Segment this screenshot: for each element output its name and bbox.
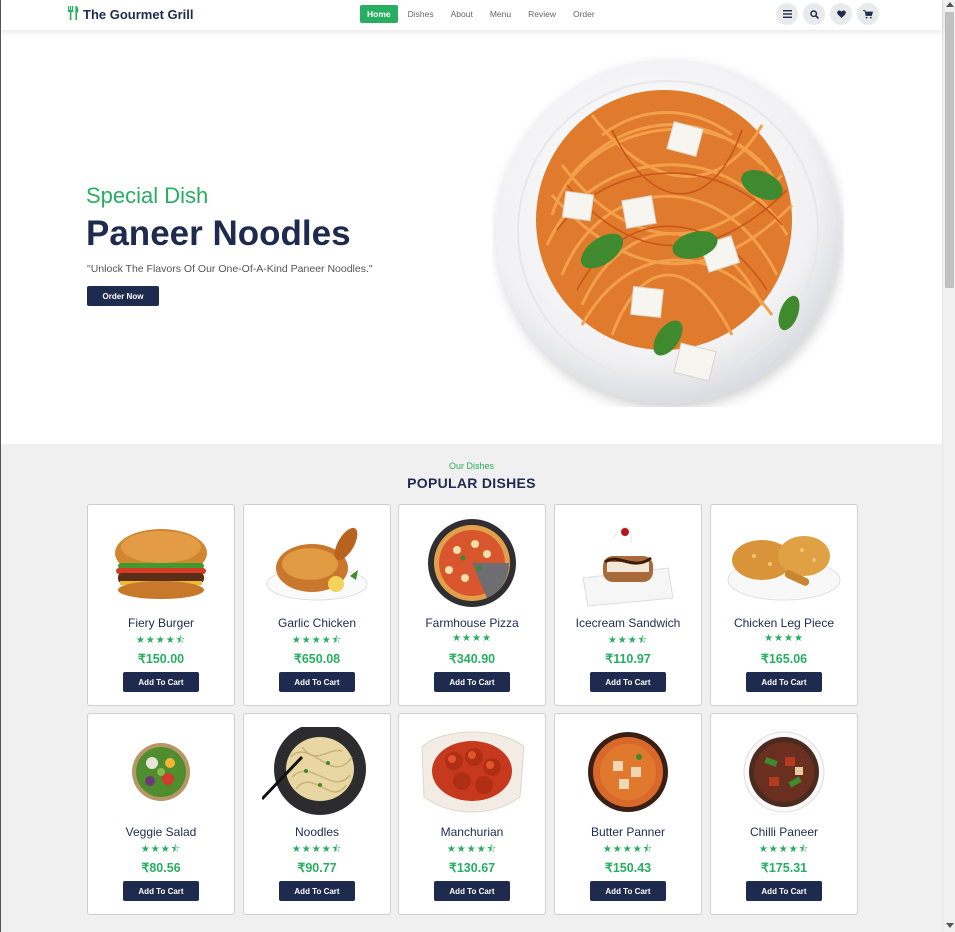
dish-name: Farmhouse Pizza	[425, 616, 519, 630]
main-nav: Home Dishes About Menu Review Order	[360, 5, 605, 23]
hero-dish-image	[492, 55, 844, 407]
dish-image	[399, 513, 545, 613]
rating-stars-icon: ★★★★⯪	[602, 844, 654, 855]
add-to-cart-button[interactable]: Add To Cart	[746, 881, 822, 901]
dish-price: ₹150.00	[137, 652, 185, 666]
rating-stars-icon: ★★★★⯪	[291, 635, 343, 646]
dish-name: Veggie Salad	[125, 825, 197, 839]
dish-price: ₹90.77	[297, 861, 337, 875]
dish-price: ₹110.97	[605, 652, 651, 666]
rating-stars-icon: ★★★★	[764, 633, 804, 644]
add-to-cart-button[interactable]: Add To Cart	[746, 672, 822, 692]
dish-card[interactable]: Chilli Paneer ★★★★⯪ ₹175.31 Add To Cart	[710, 713, 858, 915]
hero-section: Special Dish Paneer Noodles "Unlock The …	[1, 30, 942, 444]
dish-card[interactable]: Manchurian ★★★★⯪ ₹130.67 Add To Cart	[398, 713, 546, 915]
search-icon[interactable]	[803, 3, 825, 25]
dish-image	[244, 722, 390, 822]
rating-stars-icon: ★★★★⯪	[135, 635, 187, 646]
scroll-down-arrow-icon[interactable]	[946, 923, 954, 928]
dish-card[interactable]: Farmhouse Pizza ★★★★ ₹340.90 Add To Cart	[398, 504, 546, 706]
rating-stars-icon: ★★★★⯪	[291, 844, 343, 855]
nav-order[interactable]: Order	[566, 5, 602, 23]
dish-price: ₹165.06	[760, 652, 808, 666]
add-to-cart-button[interactable]: Add To Cart	[279, 672, 355, 692]
dish-image	[88, 722, 234, 822]
heart-icon[interactable]	[830, 3, 852, 25]
dish-name: Garlic Chicken	[277, 616, 357, 630]
nav-dishes[interactable]: Dishes	[401, 5, 441, 23]
dish-card[interactable]: Icecream Sandwich ★★★⯪ ₹110.97 Add To Ca…	[554, 504, 702, 706]
hero-kicker: Special Dish	[86, 183, 209, 208]
dish-name: Chicken Leg Piece	[733, 616, 835, 630]
rating-stars-icon: ★★★★⯪	[446, 844, 498, 855]
rating-stars-icon: ★★★⯪	[140, 844, 182, 855]
dish-image	[244, 513, 390, 613]
dish-card[interactable]: Veggie Salad ★★★⯪ ₹80.56 Add To Cart	[87, 713, 235, 915]
dish-card[interactable]: Garlic Chicken ★★★★⯪ ₹650.08 Add To Cart	[243, 504, 391, 706]
add-to-cart-button[interactable]: Add To Cart	[123, 881, 199, 901]
dish-price: ₹80.56	[141, 861, 181, 875]
nav-review[interactable]: Review	[521, 5, 563, 23]
brand-name: The Gourmet Grill	[83, 6, 194, 22]
dish-image	[555, 513, 701, 613]
dish-name: Noodles	[294, 825, 340, 839]
dish-card[interactable]: Butter Panner ★★★★⯪ ₹150.43 Add To Cart	[554, 713, 702, 915]
hero-description: "Unlock The Flavors Of Our One-Of-A-Kind…	[87, 263, 373, 275]
dish-image	[711, 722, 857, 822]
rating-stars-icon: ★★★★	[452, 633, 492, 644]
dish-image	[711, 513, 857, 613]
site-header: The Gourmet Grill Home Dishes About Menu…	[1, 0, 942, 30]
dish-name: Manchurian	[440, 825, 504, 839]
dish-price: ₹150.43	[604, 861, 652, 875]
dish-name: Chilli Paneer	[749, 825, 819, 839]
cart-icon[interactable]	[857, 3, 879, 25]
add-to-cart-button[interactable]: Add To Cart	[434, 881, 510, 901]
dish-price: ₹130.67	[448, 861, 496, 875]
add-to-cart-button[interactable]: Add To Cart	[590, 672, 666, 692]
dish-price: ₹650.08	[293, 652, 341, 666]
dish-card[interactable]: Noodles ★★★★⯪ ₹90.77 Add To Cart	[243, 713, 391, 915]
dish-price: ₹175.31	[760, 861, 808, 875]
hero-title: Paneer Noodles	[86, 214, 351, 253]
rating-stars-icon: ★★★⯪	[607, 635, 649, 646]
nav-menu[interactable]: Menu	[483, 5, 518, 23]
dish-image	[88, 513, 234, 613]
brand-logo[interactable]: The Gourmet Grill	[67, 6, 194, 22]
section-heading: POPULAR DISHES	[407, 475, 536, 491]
rating-stars-icon: ★★★★⯪	[758, 844, 810, 855]
dish-name: Fiery Burger	[127, 616, 195, 630]
utensils-icon	[67, 6, 80, 22]
dish-price: ₹340.90	[448, 652, 496, 666]
scrollbar-thumb[interactable]	[945, 12, 954, 288]
add-to-cart-button[interactable]: Add To Cart	[590, 881, 666, 901]
dish-card[interactable]: Chicken Leg Piece ★★★★ ₹165.06 Add To Ca…	[710, 504, 858, 706]
dish-card[interactable]: Fiery Burger ★★★★⯪ ₹150.00 Add To Cart	[87, 504, 235, 706]
page: The Gourmet Grill Home Dishes About Menu…	[0, 0, 942, 932]
dish-name: Icecream Sandwich	[575, 616, 681, 630]
nav-home[interactable]: Home	[360, 5, 398, 23]
order-now-button[interactable]: Order Now	[87, 286, 159, 306]
add-to-cart-button[interactable]: Add To Cart	[279, 881, 355, 901]
add-to-cart-button[interactable]: Add To Cart	[434, 672, 510, 692]
add-to-cart-button[interactable]: Add To Cart	[123, 672, 199, 692]
dish-name: Butter Panner	[590, 825, 666, 839]
popular-dishes-section: Our Dishes POPULAR DISHES Fiery Burger ★…	[1, 444, 942, 932]
menu-icon[interactable]	[776, 3, 798, 25]
nav-about[interactable]: About	[444, 5, 480, 23]
dish-image	[399, 722, 545, 822]
page-scrollbar[interactable]	[942, 0, 955, 932]
dish-image	[555, 722, 701, 822]
header-icons	[776, 3, 879, 25]
section-subheading: Our Dishes	[448, 461, 494, 471]
scroll-up-arrow-icon[interactable]	[946, 2, 954, 7]
